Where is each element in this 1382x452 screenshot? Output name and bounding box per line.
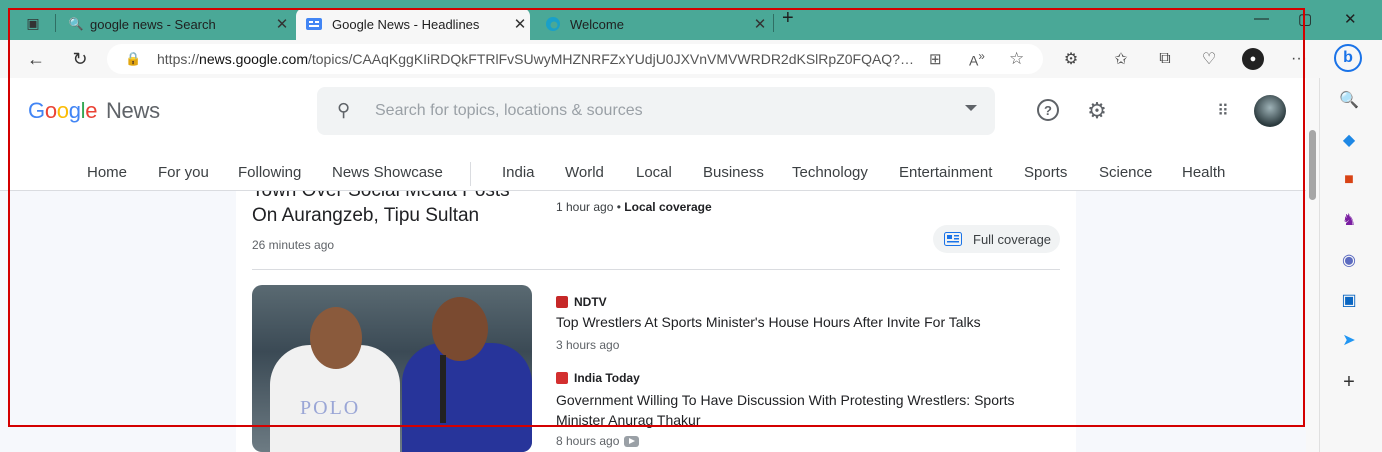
story-photo[interactable]: POLO xyxy=(252,285,532,452)
favorites-icon[interactable]: ✩ xyxy=(1110,48,1132,70)
nav-technology[interactable]: Technology xyxy=(792,164,868,181)
nav-business[interactable]: Business xyxy=(703,164,764,181)
search-box[interactable]: ⚲ Search for topics, locations & sources xyxy=(317,87,995,135)
minimize-icon[interactable]: — xyxy=(1254,10,1269,27)
help-icon[interactable]: ? xyxy=(1037,99,1059,121)
shopping-tag-icon[interactable]: ◆ xyxy=(1339,130,1359,150)
games-icon[interactable]: ♞ xyxy=(1339,210,1359,230)
microsoft-365-icon[interactable]: ◉ xyxy=(1339,250,1359,270)
refresh-icon[interactable]: ↻ xyxy=(67,46,93,72)
ndtv-logo-icon xyxy=(556,296,568,308)
nav-divider xyxy=(470,162,471,186)
nav-health[interactable]: Health xyxy=(1182,164,1225,181)
browser-essentials-icon[interactable]: ♡ xyxy=(1198,48,1220,70)
nav-home[interactable]: Home xyxy=(87,164,127,181)
tab-google-news[interactable]: Google News - Headlines ✕ xyxy=(296,8,530,40)
read-aloud-icon[interactable]: A» xyxy=(969,50,985,69)
tab-separator xyxy=(55,14,56,32)
more-menu-icon[interactable]: ··· xyxy=(1288,48,1310,70)
tab-separator xyxy=(773,14,774,32)
page-scrollbar[interactable] xyxy=(1306,78,1319,452)
nav-following[interactable]: Following xyxy=(238,164,301,181)
source-ndtv[interactable]: NDTV xyxy=(556,295,607,309)
separator-dot: • xyxy=(616,200,621,214)
extensions-icon[interactable]: ⚙ xyxy=(1060,48,1082,70)
nav-science[interactable]: Science xyxy=(1099,164,1152,181)
new-tab-icon[interactable]: + xyxy=(782,7,794,30)
nav-for-you[interactable]: For you xyxy=(158,164,209,181)
story-time: 26 minutes ago xyxy=(252,238,335,252)
local-coverage-label[interactable]: Local coverage xyxy=(624,200,711,214)
browser-toolbar: ← ↻ 🔒 https://news.google.com/topics/CAA… xyxy=(0,40,1382,78)
close-window-icon[interactable]: ✕ xyxy=(1344,10,1357,28)
google-news-icon xyxy=(296,17,332,31)
browser-tab-bar: ▣ 🔍 google news - Search ✕ Google News -… xyxy=(0,0,1382,40)
search-icon[interactable]: ⚲ xyxy=(337,100,350,121)
nav-india[interactable]: India xyxy=(502,164,535,181)
tab-google-search[interactable]: 🔍 google news - Search ✕ xyxy=(62,8,292,40)
google-wordmark: Google xyxy=(28,98,98,123)
google-news-page: Google News ⚲ Search for topics, locatio… xyxy=(0,78,1306,452)
address-bar[interactable]: 🔒 https://news.google.com/topics/CAAqKgg… xyxy=(107,44,1043,74)
person-right-head xyxy=(432,297,488,361)
person-left-head xyxy=(310,307,362,369)
search-icon: 🔍 xyxy=(68,17,84,31)
story-headline[interactable]: On Aurangzeb, Tipu Sultan xyxy=(252,205,479,227)
news-wordmark: News xyxy=(105,98,160,123)
source-name: India Today xyxy=(574,371,640,385)
nav-entertainment[interactable]: Entertainment xyxy=(899,164,992,181)
collections-icon[interactable]: ⧉ xyxy=(1154,48,1176,70)
close-icon[interactable]: ✕ xyxy=(750,15,770,33)
tab-actions-icon[interactable]: ▣ xyxy=(20,10,46,36)
side-story-time: 1 hour ago xyxy=(556,200,614,214)
close-icon[interactable]: ✕ xyxy=(272,15,292,33)
tab-title: google news - Search xyxy=(90,16,216,32)
apps-grid-icon[interactable]: ⠿ xyxy=(1210,99,1234,123)
story-divider xyxy=(252,269,1060,270)
app-available-icon[interactable]: ⊞ xyxy=(929,50,942,68)
source-name: NDTV xyxy=(574,295,607,309)
tab-welcome[interactable]: Welcome ✕ xyxy=(536,8,770,40)
nav-sports[interactable]: Sports xyxy=(1024,164,1067,181)
chevron-down-icon[interactable] xyxy=(965,105,977,111)
edge-sidebar: 🔍 ◆ ■ ♞ ◉ ▣ ➤ + xyxy=(1319,78,1382,452)
avatar[interactable] xyxy=(1254,95,1286,127)
scrollbar-thumb[interactable] xyxy=(1309,130,1316,200)
back-icon[interactable]: ← xyxy=(23,46,49,72)
add-sidebar-app-icon[interactable]: + xyxy=(1339,371,1359,393)
search-icon[interactable]: 🔍 xyxy=(1339,90,1359,110)
tab-title: Google News - Headlines xyxy=(332,16,480,32)
favorite-star-icon[interactable]: ☆ xyxy=(1009,49,1024,69)
url-text: https://news.google.com/topics/CAAqKggKI… xyxy=(157,51,917,67)
article-time: 3 hours ago xyxy=(556,338,620,352)
tools-briefcase-icon[interactable]: ■ xyxy=(1339,170,1359,190)
video-icon xyxy=(624,435,640,447)
gear-icon[interactable]: ⚙ xyxy=(1085,98,1109,123)
nav-local[interactable]: Local xyxy=(636,164,672,181)
google-news-header: Google News ⚲ Search for topics, locatio… xyxy=(0,78,1306,191)
bing-chat-icon[interactable]: b xyxy=(1334,44,1362,72)
lock-icon: 🔒 xyxy=(125,51,142,66)
article-headline[interactable]: Top Wrestlers At Sports Minister's House… xyxy=(556,314,981,330)
google-news-logo[interactable]: Google News xyxy=(28,98,160,124)
nav-world[interactable]: World xyxy=(565,164,604,181)
full-coverage-button[interactable]: Full coverage xyxy=(933,225,1060,253)
microphone xyxy=(440,355,446,423)
full-coverage-icon xyxy=(933,232,973,246)
source-india-today[interactable]: India Today xyxy=(556,371,640,385)
tab-title: Welcome xyxy=(570,16,624,32)
shirt-logo-text: POLO xyxy=(300,397,361,419)
profile-icon[interactable]: ● xyxy=(1242,48,1264,70)
article-headline[interactable]: Government Willing To Have Discussion Wi… xyxy=(556,390,1036,430)
outlook-icon[interactable]: ▣ xyxy=(1339,290,1359,310)
close-icon[interactable]: ✕ xyxy=(510,15,530,33)
maximize-icon[interactable]: ▢ xyxy=(1298,10,1312,28)
india-today-logo-icon xyxy=(556,372,568,384)
edge-icon xyxy=(536,16,570,32)
article-time: 8 hours ago xyxy=(556,434,620,448)
send-drop-icon[interactable]: ➤ xyxy=(1339,330,1359,350)
full-coverage-label: Full coverage xyxy=(973,231,1052,247)
search-placeholder: Search for topics, locations & sources xyxy=(375,102,643,119)
nav-news-showcase[interactable]: News Showcase xyxy=(332,164,443,181)
